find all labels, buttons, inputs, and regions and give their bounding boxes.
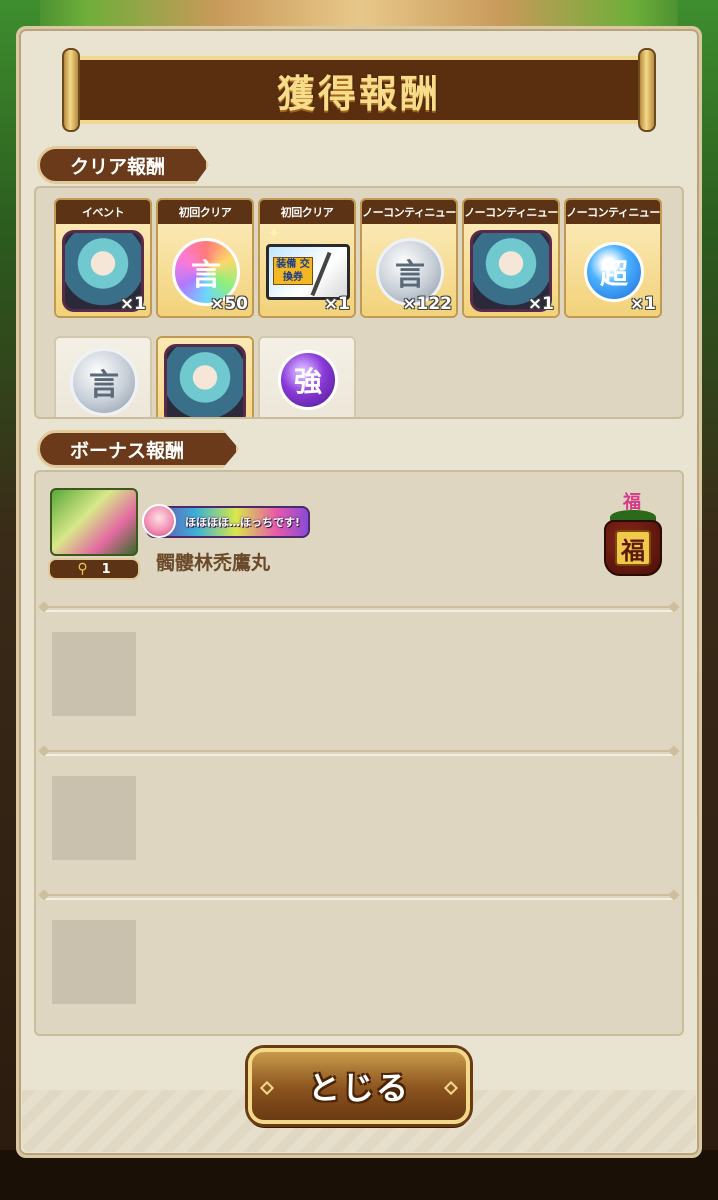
reward-item[interactable]: ノーコンティニュー 言 ×122 [360, 198, 458, 318]
diamond-ornament-icon [259, 1080, 275, 1096]
divider [42, 894, 676, 900]
scroll-rod-right [638, 48, 656, 132]
reward-count: ×50 [210, 294, 248, 314]
jar-body: 福 [604, 520, 662, 576]
diamond-ornament-icon [443, 1080, 459, 1096]
title-scroll: 獲得報酬 [76, 56, 642, 124]
reward-item[interactable]: ノーコンティニュー 超 ×1 [564, 198, 662, 318]
reward-item[interactable]: イベント ×1 [54, 198, 152, 318]
reward-category: ノーコンティニュー [362, 200, 456, 224]
reward-count: ×1 [323, 294, 350, 314]
reward-item[interactable]: 言 [54, 336, 152, 417]
jar-tag: 福 [623, 492, 641, 513]
reward-item[interactable]: ノーコンティニュー ×1 [462, 198, 560, 318]
player-title-badge: ほほほほ…ほっちです! [142, 504, 310, 538]
blade-icon [310, 251, 332, 297]
reward-count: ×1 [629, 294, 656, 314]
super-orb-icon: 超 [584, 242, 644, 302]
reward-category: ノーコンティニュー [566, 200, 660, 224]
reward-item[interactable]: 初回クリア 言 ×50 [156, 198, 254, 318]
close-button[interactable]: とじる [248, 1048, 470, 1124]
page-title: 獲得報酬 [276, 71, 441, 116]
player-level: 1 [101, 561, 111, 577]
fortune-jar-icon[interactable]: 福 福 [602, 488, 664, 578]
player-level-badge: ⚲ 1 [48, 558, 140, 580]
reward-category: ノーコンティニュー [464, 200, 558, 224]
title-banner: 獲得報酬 [62, 48, 656, 132]
level-key-icon: ⚲ [77, 561, 88, 577]
reward-item[interactable]: 初回クリア 装備 交換券 ✦ ×1 [258, 198, 356, 318]
strengthen-orb-icon: 強 [278, 350, 338, 410]
scroll-rod-left [62, 48, 80, 132]
empty-slot [52, 776, 136, 860]
jar-seal: 福 [615, 530, 651, 566]
reward-count: ×1 [119, 294, 146, 314]
reward-category: 初回クリア [260, 200, 354, 224]
character-face-icon [142, 504, 176, 538]
clear-rewards-list[interactable]: イベント ×1 初回クリア 言 ×50 初回クリア 装備 交換券 ✦ ×1 ノー… [34, 186, 684, 419]
player-title-text: ほほほほ…ほっちです! [184, 516, 300, 529]
player-name: 髑髏林禿鷹丸 [156, 552, 271, 574]
reward-item[interactable] [156, 336, 254, 417]
sparkle-icon: ✦ [268, 226, 280, 242]
clear-rewards-label: クリア報酬 [70, 155, 166, 178]
equipment-ticket-icon: 装備 交換券 [266, 244, 350, 300]
divider [42, 606, 676, 612]
bonus-rewards-label: ボーナス報酬 [70, 439, 185, 462]
reward-category: 初回クリア [158, 200, 252, 224]
reward-count: ×122 [402, 294, 452, 314]
bonus-rewards-header: ボーナス報酬 [37, 430, 239, 468]
ticket-label: 装備 交換券 [273, 257, 313, 285]
clear-rewards-header: クリア報酬 [37, 146, 209, 184]
bonus-rewards-list: ⚲ 1 ほほほほ…ほっちです! 髑髏林禿鷹丸 福 福 [34, 470, 684, 1036]
divider [42, 750, 676, 756]
empty-slot [52, 920, 136, 1004]
silver-orb-icon: 言 [70, 348, 138, 416]
character-portrait-icon [164, 344, 246, 417]
close-button-label: とじる [307, 1069, 410, 1107]
reward-count: ×1 [527, 294, 554, 314]
empty-slot [52, 632, 136, 716]
avatar[interactable] [50, 488, 138, 556]
reward-item[interactable]: 強 [258, 336, 356, 417]
reward-category: イベント [56, 200, 150, 224]
